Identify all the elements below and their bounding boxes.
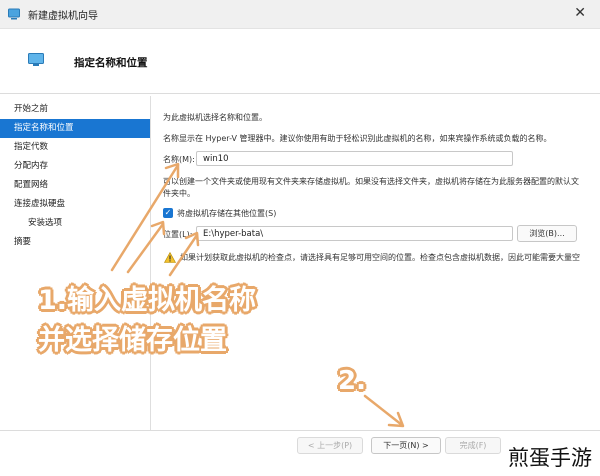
folder-hint-line1: 可以创建一个文件夹或使用现有文件夹来存储虚拟机。如果没有选择文件夹，虚拟机将存储… (163, 177, 579, 186)
warning-text: 如果计划获取此虚拟机的检查点，请选择具有足够可用空间的位置。检查点包含虚拟机数据… (180, 253, 580, 262)
nav-step-label: 分配内存 (14, 161, 49, 171)
nav-step-label: 指定名称和位置 (14, 123, 74, 133)
nav-step-name-location[interactable]: 指定名称和位置 (0, 119, 150, 138)
nav-step-network[interactable]: 配置网络 (0, 176, 150, 195)
wizard-window: 新建虚拟机向导 ✕ 指定名称和位置 开始之前 指定名称和位置 指定代数 分配内存… (0, 0, 600, 476)
app-icon (8, 8, 20, 20)
nav-step-summary[interactable]: 摘要 (0, 233, 150, 252)
intro-text: 为此虚拟机选择名称和位置。 (163, 113, 267, 122)
watermark: 煎蛋手游 (508, 446, 592, 470)
nav-step-memory[interactable]: 分配内存 (0, 157, 150, 176)
page-title: 指定名称和位置 (74, 57, 148, 69)
vm-icon (28, 53, 44, 66)
nav-step-virtual-disk[interactable]: 连接虚拟硬盘 (0, 195, 150, 214)
annotation-step1-line1: 1.输入虚拟机名称 (38, 285, 257, 316)
nav-step-label: 摘要 (14, 237, 32, 247)
wizard-header: 指定名称和位置 (0, 29, 600, 94)
footer-divider (0, 430, 600, 431)
next-button[interactable]: 下一页(N) > (371, 437, 441, 454)
location-label: 位置(L): (163, 230, 193, 239)
window-title: 新建虚拟机向导 (28, 11, 98, 22)
nav-step-label: 开始之前 (14, 104, 49, 114)
nav-step-before-you-begin[interactable]: 开始之前 (0, 100, 150, 119)
nav-step-label: 配置网络 (14, 180, 49, 190)
warning-icon (164, 252, 176, 263)
finish-button[interactable]: 完成(F) (445, 437, 501, 454)
name-label: 名称(M): (163, 155, 195, 164)
nav-step-label: 连接虚拟硬盘 (14, 199, 66, 209)
nav-step-install-options[interactable]: 安装选项 (0, 214, 150, 233)
previous-button[interactable]: < 上一步(P) (297, 437, 363, 454)
nav-divider (150, 96, 151, 430)
title-bar: 新建虚拟机向导 ✕ (0, 0, 600, 29)
annotation-step2: 2. (338, 366, 366, 396)
name-hint-text: 名称显示在 Hyper-V 管理器中。建议你使用有助于轻松识别此虚拟机的名称，如… (163, 134, 552, 143)
name-input[interactable]: win10 (196, 151, 513, 166)
nav-step-generation[interactable]: 指定代数 (0, 138, 150, 157)
nav-step-label: 指定代数 (14, 142, 49, 152)
browse-button[interactable]: 浏览(B)... (517, 225, 577, 242)
store-elsewhere-checkbox[interactable]: ✓ (163, 208, 173, 218)
store-elsewhere-label: 将虚拟机存储在其他位置(S) (177, 209, 277, 218)
location-input[interactable]: E:\hyper-bata\ (196, 226, 513, 241)
annotation-step1-line2: 并选择储存位置 (38, 325, 227, 356)
nav-step-label: 安装选项 (28, 218, 63, 228)
wizard-steps-nav: 开始之前 指定名称和位置 指定代数 分配内存 配置网络 连接虚拟硬盘 安装选项 … (0, 100, 150, 252)
close-icon[interactable]: ✕ (574, 5, 586, 21)
folder-hint-line2: 件夹中。 (163, 189, 195, 198)
